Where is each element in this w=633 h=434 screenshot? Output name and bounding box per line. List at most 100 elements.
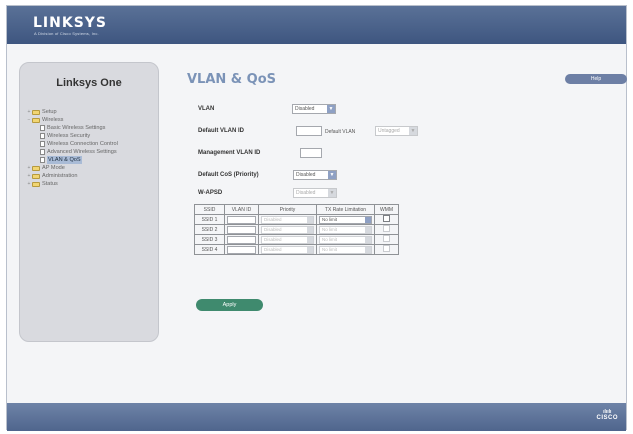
sidebar-item-wireless-security[interactable]: Wireless Security (26, 132, 118, 140)
sidebar-item-label: Wireless Security (47, 133, 91, 139)
vlan-id-cell (224, 224, 259, 235)
sidebar-item-wireless-connection-control[interactable]: Wireless Connection Control (26, 140, 118, 148)
tx-rate-select[interactable]: No limit (319, 235, 372, 244)
page-title: VLAN & QoS (187, 72, 277, 87)
vlan-id-input[interactable] (227, 245, 256, 254)
default-vlan-select[interactable]: Untagged ▼ (375, 126, 418, 136)
priority-value: Disabled (264, 226, 282, 232)
tx-rate-value: No limit (322, 236, 338, 242)
wmm-checkbox[interactable] (383, 215, 390, 222)
column-header-priority: Priority (258, 204, 317, 215)
column-header-wmm: WMM (374, 204, 399, 215)
sidebar-item-advanced-wireless-settings[interactable]: Advanced Wireless Settings (26, 148, 118, 156)
linksys-logo: LINKSYS (33, 15, 107, 31)
folder-icon (32, 181, 40, 187)
default-vlan-id-input[interactable] (296, 126, 322, 136)
vlan-label: VLAN (198, 106, 215, 112)
table-header-row: SSID VLAN ID Priority TX Rate Limitation… (194, 204, 399, 215)
wmm-checkbox[interactable] (383, 225, 390, 232)
sidebar-item-label: Status (42, 181, 58, 187)
page-icon (40, 141, 45, 147)
chevron-down-icon: ▼ (328, 189, 336, 197)
tx-rate-select[interactable]: No limit (319, 215, 372, 224)
priority-value: Disabled (264, 216, 282, 222)
chevron-down-icon (365, 246, 371, 253)
column-header-vlan-id: VLAN ID (224, 204, 259, 215)
vlan-id-cell (224, 234, 259, 245)
page-icon (40, 125, 45, 131)
sidebar-item-label: Administration (42, 173, 78, 179)
vlan-select[interactable]: Disabled ▼ (292, 104, 336, 114)
vlan-select-value: Disabled (295, 106, 315, 112)
sidebar-item-vlan-qos[interactable]: VLAN & QoS (26, 156, 118, 164)
sidebar-item-label: Basic Wireless Settings (47, 125, 106, 131)
vlan-id-input[interactable] (227, 225, 256, 234)
priority-value: Disabled (264, 236, 282, 242)
ssid-cell: SSID 1 (194, 214, 225, 225)
sidebar: Linksys One + Setup − Wireless Basic Wirel… (19, 62, 159, 342)
management-vlan-id-label: Management VLAN ID (198, 150, 261, 156)
page-icon (40, 157, 45, 163)
table-row: SSID 2 Disabled No limit (194, 224, 399, 235)
priority-select[interactable]: Disabled (261, 235, 314, 244)
sidebar-item-status[interactable]: + Status (26, 180, 118, 188)
priority-select[interactable]: Disabled (261, 245, 314, 254)
sidebar-item-basic-wireless-settings[interactable]: Basic Wireless Settings (26, 124, 118, 132)
footer-bar: ılıılı CISCO (7, 403, 626, 431)
sidebar-item-label: Wireless (42, 117, 64, 123)
default-cos-label: Default CoS (Priority) (198, 172, 259, 178)
priority-value: Disabled (264, 246, 282, 252)
wapsd-select[interactable]: Disabled ▼ (293, 188, 337, 198)
sidebar-item-setup[interactable]: + Setup (26, 108, 118, 116)
default-cos-select-value: Disabled (296, 172, 316, 178)
chevron-down-icon: ▼ (327, 105, 335, 113)
chevron-down-icon (365, 236, 371, 243)
table-row: SSID 1 Disabled No limit (194, 214, 399, 225)
tx-rate-select[interactable]: No limit (319, 225, 372, 234)
folder-icon (32, 109, 40, 115)
help-button[interactable]: Help (565, 74, 627, 84)
sidebar-item-wireless[interactable]: − Wireless (26, 116, 118, 124)
chevron-down-icon (365, 226, 371, 233)
sidebar-item-label: Wireless Connection Control (47, 141, 118, 147)
ssid-qos-table: SSID VLAN ID Priority TX Rate Limitation… (194, 204, 399, 255)
wmm-cell (374, 224, 399, 235)
chevron-down-icon: ▼ (328, 171, 336, 179)
ssid-cell: SSID 4 (194, 244, 225, 255)
default-vlan-label: Default VLAN (325, 129, 356, 135)
sidebar-item-ap-mode[interactable]: + AP Mode (26, 164, 118, 172)
management-vlan-id-input[interactable] (300, 148, 322, 158)
priority-select[interactable]: Disabled (261, 225, 314, 234)
sidebar-item-administration[interactable]: + Administration (26, 172, 118, 180)
tx-rate-select[interactable]: No limit (319, 245, 372, 254)
priority-select[interactable]: Disabled (261, 215, 314, 224)
vlan-id-input[interactable] (227, 215, 256, 224)
tx-rate-cell: No limit (316, 224, 375, 235)
default-cos-select[interactable]: Disabled ▼ (293, 170, 337, 180)
chevron-down-icon (307, 246, 313, 253)
vlan-id-cell (224, 214, 259, 225)
ssid-cell: SSID 2 (194, 224, 225, 235)
cisco-logo-text: CISCO (596, 415, 618, 421)
nav-tree: + Setup − Wireless Basic Wireless Settings… (26, 108, 118, 188)
apply-button[interactable]: Apply (196, 299, 263, 311)
folder-icon (32, 173, 40, 179)
wapsd-select-value: Disabled (296, 190, 316, 196)
page-icon (40, 149, 45, 155)
sidebar-item-label: Advanced Wireless Settings (47, 149, 117, 155)
sidebar-item-label: VLAN & QoS (47, 156, 82, 164)
vlan-id-cell (224, 244, 259, 255)
table-row: SSID 4 Disabled No limit (194, 244, 399, 255)
tx-rate-value: No limit (322, 226, 338, 232)
tx-rate-value: No limit (322, 216, 338, 222)
app-window: LINKSYS A Division of Cisco Systems, Inc… (6, 5, 627, 431)
vlan-id-input[interactable] (227, 235, 256, 244)
wmm-cell (374, 234, 399, 245)
priority-cell: Disabled (258, 244, 317, 255)
tx-rate-cell: No limit (316, 234, 375, 245)
priority-cell: Disabled (258, 214, 317, 225)
wmm-checkbox[interactable] (383, 235, 390, 242)
wmm-checkbox[interactable] (383, 245, 390, 252)
chevron-down-icon (307, 226, 313, 233)
tx-rate-value: No limit (322, 246, 338, 252)
